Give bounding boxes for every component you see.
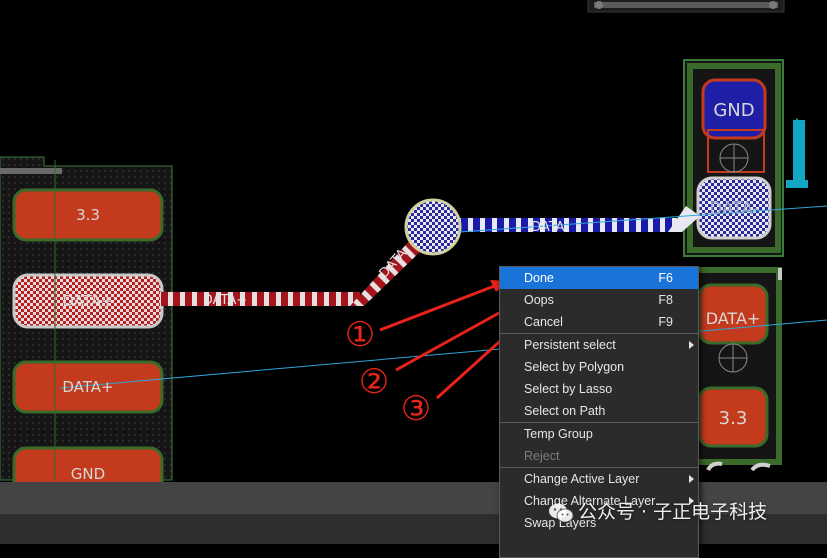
shortcut-cancel: F9	[658, 315, 673, 329]
menu-item-select-by-polygon[interactable]: Select by Polygon	[500, 356, 698, 378]
shortcut-done: F6	[658, 271, 673, 285]
trace-label-data-minus: DATA-	[531, 220, 569, 235]
pad-label-3v3-left: 3.3	[76, 206, 100, 224]
menu-item-select-by-lasso[interactable]: Select by Lasso	[500, 378, 698, 400]
top-right-component	[587, 0, 785, 13]
trace-label-data-plus: DATA+	[203, 293, 247, 308]
annotation-3: ③	[401, 389, 431, 429]
menu-item-persistent-select[interactable]: Persistent select	[500, 334, 698, 356]
pad-label-data-plus-right: DATA+	[706, 309, 761, 328]
cyan-marker	[786, 118, 808, 188]
watermark: 公众号 · 子正电子科技	[548, 498, 767, 526]
menu-item-reject: Reject	[524, 449, 560, 463]
annotation-2: ②	[359, 362, 389, 402]
annotation-1: ①	[345, 315, 375, 355]
pcb-canvas[interactable]: 3.3 DATA+ DATA+ GND GND DATA- DATA+ 3.3 …	[0, 0, 827, 544]
pad-label-3v3-right: 3.3	[719, 408, 748, 429]
trace-data-minus[interactable]	[460, 206, 700, 232]
pad-label-data-right: DATA-	[709, 199, 759, 219]
menu-item-oops[interactable]: Oops F8	[500, 289, 698, 311]
via[interactable]	[404, 198, 462, 256]
pad-label-data-plus-left-2: DATA+	[62, 378, 113, 396]
menu-item-temp-group[interactable]: Temp Group	[500, 423, 698, 445]
menu-item-change-active-layer[interactable]: Change Active Layer	[500, 468, 698, 490]
pad-label-gnd-right: GND	[713, 100, 754, 121]
menu-item-select-on-path[interactable]: Select on Path	[500, 400, 698, 422]
menu-item-done[interactable]: Done F6	[500, 267, 698, 289]
watermark-text: 公众号 · 子正电子科技	[578, 501, 768, 523]
submenu-arrow-icon	[689, 341, 694, 349]
pad-label-gnd-left: GND	[71, 465, 105, 483]
shortcut-oops: F8	[658, 293, 673, 307]
pad-label-data-plus-left-1: DATA+	[62, 292, 113, 310]
wechat-logo-icon	[549, 503, 574, 522]
menu-item-cancel[interactable]: Cancel F9	[500, 311, 698, 333]
submenu-arrow-icon	[689, 475, 694, 483]
